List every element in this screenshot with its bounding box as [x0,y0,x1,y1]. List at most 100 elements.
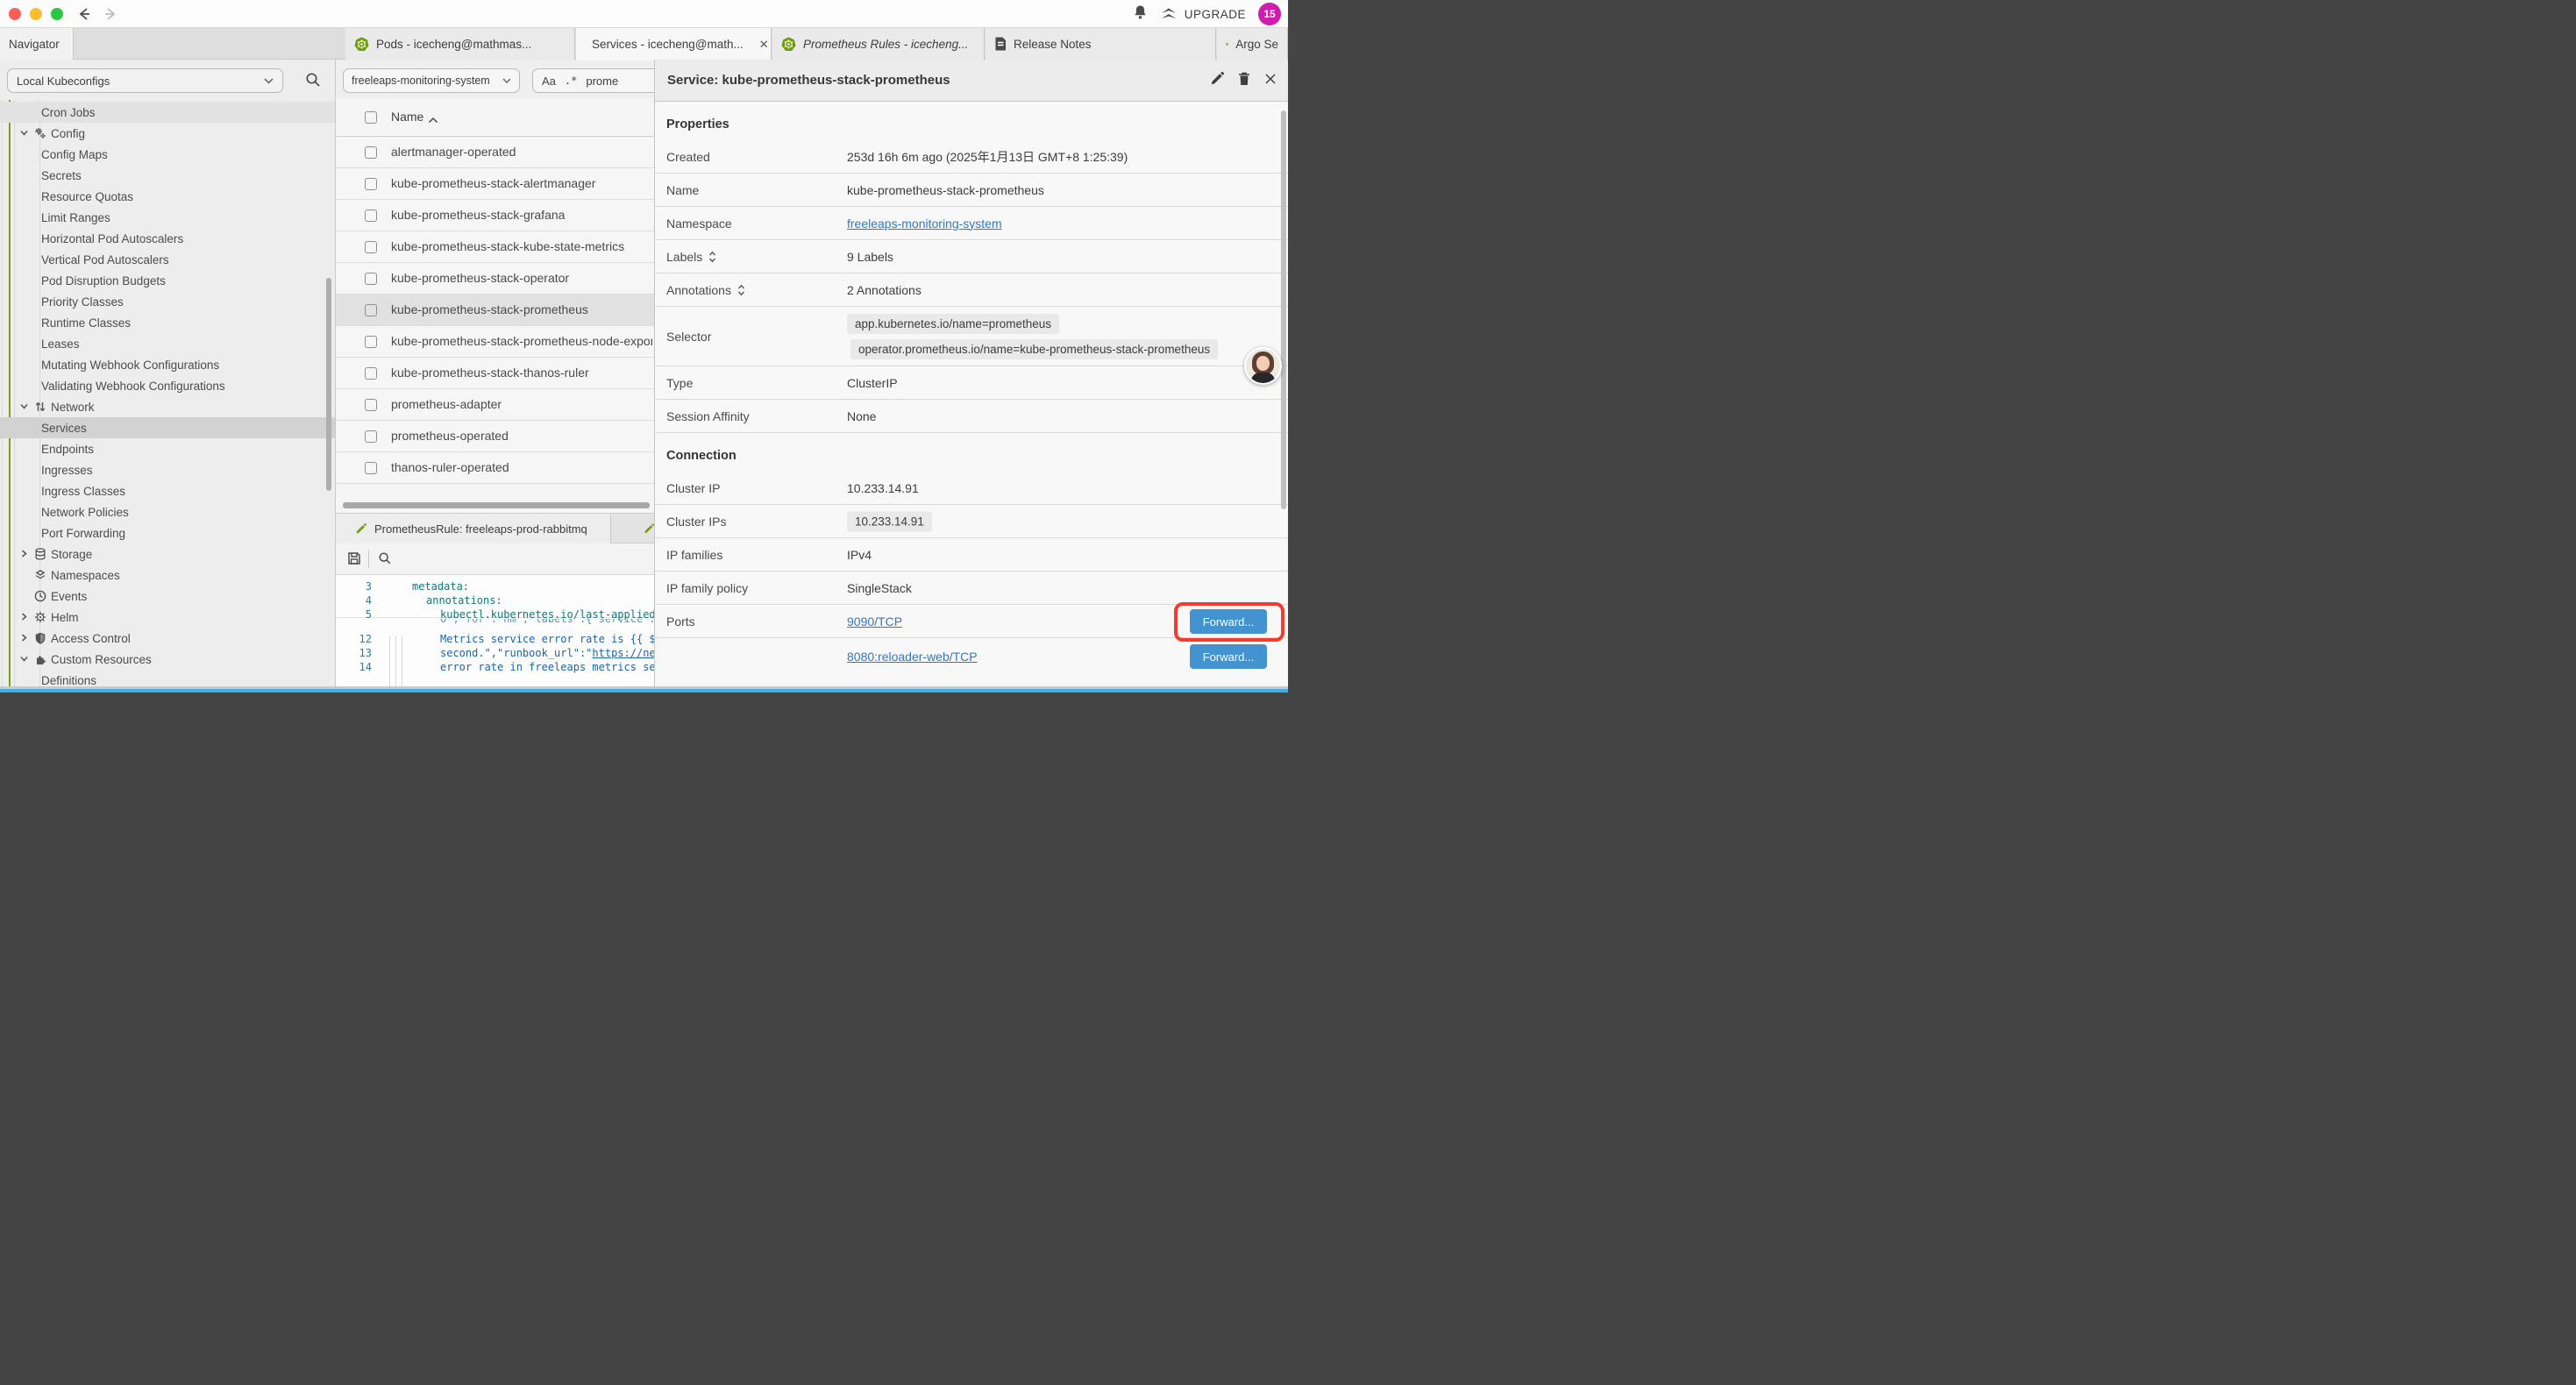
sidebar-item-cron-jobs[interactable]: Cron Jobs [0,102,336,123]
editor-search-icon[interactable] [378,551,392,570]
table-row-prometheus-adapter[interactable]: prometheus-adapter [336,389,654,421]
row-checkbox[interactable] [365,399,377,411]
forward-button[interactable]: Forward... [1190,644,1267,669]
kubeconfig-select[interactable]: Local Kubeconfigs [7,68,283,93]
table-row-kube-prometheus-stack-prometheus-node-expor[interactable]: kube-prometheus-stack-prometheus-node-ex… [336,326,654,358]
horizontal-scrollbar[interactable] [336,502,654,508]
edit-pencil-icon[interactable] [1210,72,1224,90]
back-icon[interactable] [75,5,93,23]
assistant-avatar[interactable] [1244,347,1282,385]
chevron-down-icon[interactable] [19,128,30,138]
list-search-input[interactable]: Aa .* prome [532,68,664,93]
row-checkbox[interactable] [365,210,377,222]
sidebar-item-helm[interactable]: Helm [0,607,336,628]
table-row-kube-prometheus-stack-thanos-ruler[interactable]: kube-prometheus-stack-thanos-ruler [336,358,654,389]
sidebar-item-horizontal-pod-autoscalers[interactable]: Horizontal Pod Autoscalers [0,228,336,249]
sort-toggle-icon[interactable] [708,251,716,263]
chevron-right-icon[interactable] [19,612,30,622]
sidebar-search-icon[interactable] [305,72,321,92]
sidebar-item-config-maps[interactable]: Config Maps [0,144,336,165]
namespace-select[interactable]: freeleaps-monitoring-system [343,68,520,93]
row-checkbox[interactable] [365,178,377,190]
sidebar-item-vertical-pod-autoscalers[interactable]: Vertical Pod Autoscalers [0,249,336,270]
upgrade-button[interactable]: UPGRADE [1160,7,1246,21]
row-checkbox[interactable] [365,367,377,380]
row-checkbox[interactable] [365,241,377,253]
sidebar-item-priority-classes[interactable]: Priority Classes [0,291,336,312]
sidebar-item-definitions[interactable]: Definitions [0,670,336,686]
sort-toggle-icon[interactable] [737,284,745,296]
delete-trash-icon[interactable] [1238,72,1250,90]
chevron-right-icon[interactable] [19,633,30,643]
sidebar-item-ingress-classes[interactable]: Ingress Classes [0,480,336,501]
row-checkbox[interactable] [365,336,377,348]
chevron-right-icon[interactable] [19,549,30,559]
port-link[interactable]: 9090/TCP [847,614,902,629]
sidebar-item-endpoints[interactable]: Endpoints [0,438,336,459]
chevron-down-icon[interactable] [19,654,30,664]
sidebar-item-network[interactable]: Network [0,396,336,417]
sidebar-item-pod-disruption-budgets[interactable]: Pod Disruption Budgets [0,270,336,291]
row-checkbox[interactable] [365,462,377,474]
detail-scrollbar-thumb[interactable] [1281,110,1286,509]
sidebar-item-network-policies[interactable]: Network Policies [0,501,336,522]
sidebar-item-namespaces[interactable]: Namespaces [0,565,336,586]
table-row-kube-prometheus-stack-operator[interactable]: kube-prometheus-stack-operator [336,263,654,295]
row-checkbox[interactable] [365,146,377,159]
sidebar-item-mutating-webhook-configurations[interactable]: Mutating Webhook Configurations [0,354,336,375]
sidebar-item-validating-webhook-configurations[interactable]: Validating Webhook Configurations [0,375,336,396]
sidebar-item-services[interactable]: Services [0,417,336,438]
table-row-kube-prometheus-stack-grafana[interactable]: kube-prometheus-stack-grafana [336,200,654,231]
yaml-editor[interactable]: 3 metadata: 4 annotations: 5 kubectl.kub… [336,575,654,686]
notifications-bell-icon[interactable] [1133,4,1148,25]
table-row-prometheus-operated[interactable]: prometheus-operated [336,421,654,452]
sidebar-item-storage[interactable]: Storage [0,543,336,565]
sidebar-item-ingresses[interactable]: Ingresses [0,459,336,480]
close-window-button[interactable] [9,8,21,20]
editor-tab-prometheusrule[interactable]: PrometheusRule: freeleaps-prod-rabbitmq [336,514,611,543]
sidebar-item-events[interactable]: Events [0,586,336,607]
sidebar-scrollbar-thumb[interactable] [326,278,331,491]
tab-services-icecheng-math[interactable]: Services - icecheng@math... ✕ [576,28,772,60]
notification-count-badge[interactable]: 15 [1258,3,1281,25]
zoom-window-button[interactable] [51,8,63,20]
tab-navigator[interactable]: Navigator [0,28,74,60]
tab-prometheus-rules-icecheng[interactable]: Prometheus Rules - icecheng... [772,28,985,60]
name-column-header[interactable]: Name [391,110,423,124]
sidebar-item-resource-quotas[interactable]: Resource Quotas [0,186,336,207]
table-row-alertmanager-operated[interactable]: alertmanager-operated [336,137,654,168]
regex-toggle[interactable]: .* [565,75,577,87]
sidebar-item-custom-resources[interactable]: Custom Resources [0,649,336,670]
row-checkbox[interactable] [365,430,377,443]
table-header[interactable]: Name [336,98,654,137]
sidebar-item-access-control[interactable]: Access Control [0,628,336,649]
forward-icon[interactable] [102,5,119,23]
save-icon[interactable] [347,551,361,570]
row-checkbox[interactable] [365,304,377,316]
sidebar-item-secrets[interactable]: Secrets [0,165,336,186]
row-checkbox[interactable] [365,273,377,285]
tab-pods-icecheng-mathmas[interactable]: Pods - icecheng@mathmas... [345,28,575,60]
table-row-kube-prometheus-stack-prometheus[interactable]: kube-prometheus-stack-prometheus [336,295,654,326]
sidebar-item-config[interactable]: Config [0,123,336,144]
minimize-window-button[interactable] [30,8,42,20]
runbook-url-link[interactable]: https://net [592,647,654,659]
close-icon[interactable] [1264,73,1277,89]
chevron-down-icon[interactable] [19,401,30,412]
port-link[interactable]: 8080:reloader-web/TCP [847,650,978,664]
horizontal-scrollbar-thumb[interactable] [343,502,650,508]
tab-argo-se[interactable]: Argo Se [1217,28,1288,60]
editor-tab-next[interactable] [612,514,654,543]
namespace-link[interactable]: freeleaps-monitoring-system [847,217,1002,231]
table-row-kube-prometheus-stack-kube-state-metrics[interactable]: kube-prometheus-stack-kube-state-metrics [336,231,654,263]
table-row-thanos-ruler-operated[interactable]: thanos-ruler-operated [336,452,654,484]
sidebar-item-port-forwarding[interactable]: Port Forwarding [0,522,336,543]
table-row-kube-prometheus-stack-alertmanager[interactable]: kube-prometheus-stack-alertmanager [336,168,654,200]
close-tab-icon[interactable]: ✕ [759,38,769,52]
tab-release-notes[interactable]: Release Notes [986,28,1216,60]
select-all-checkbox[interactable] [365,111,377,124]
sidebar-item-runtime-classes[interactable]: Runtime Classes [0,312,336,333]
match-case-toggle[interactable]: Aa [542,75,556,88]
sidebar-item-leases[interactable]: Leases [0,333,336,354]
sidebar-item-limit-ranges[interactable]: Limit Ranges [0,207,336,228]
